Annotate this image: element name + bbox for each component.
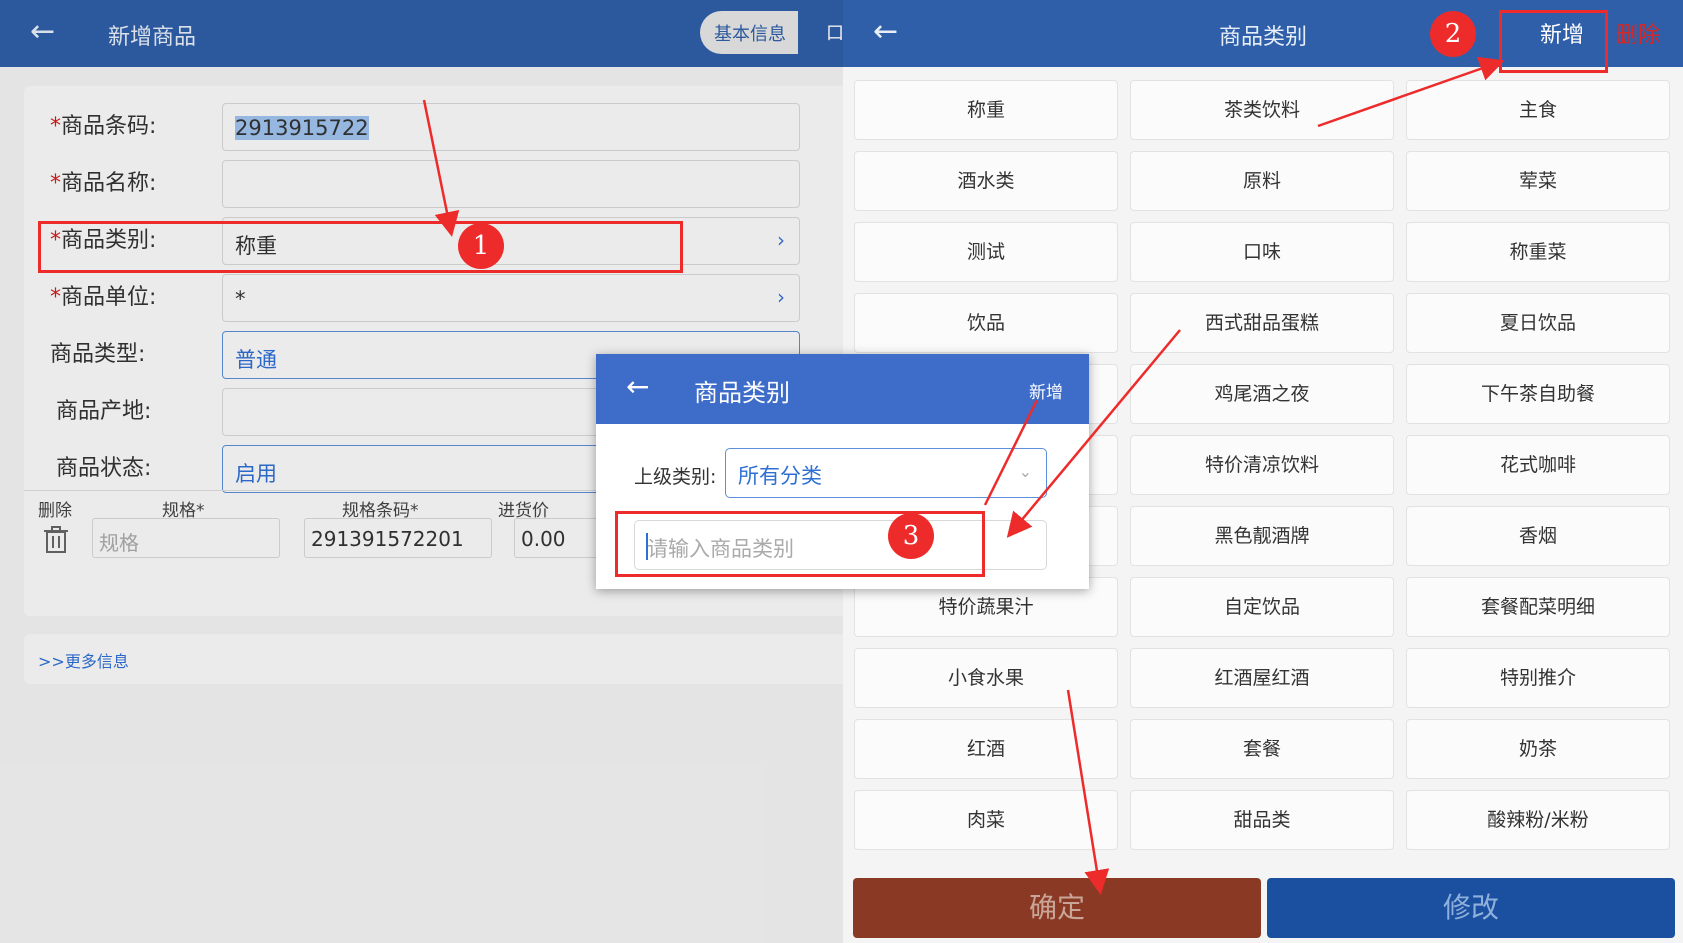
arrow-to-confirm	[1066, 689, 1110, 895]
arrow-dialog-add-link	[983, 399, 1039, 506]
arrow-to-category	[422, 99, 460, 237]
arrow-to-input	[1006, 329, 1181, 538]
arrow-to-add	[1317, 56, 1505, 128]
annotation-arrows	[422, 56, 1505, 895]
